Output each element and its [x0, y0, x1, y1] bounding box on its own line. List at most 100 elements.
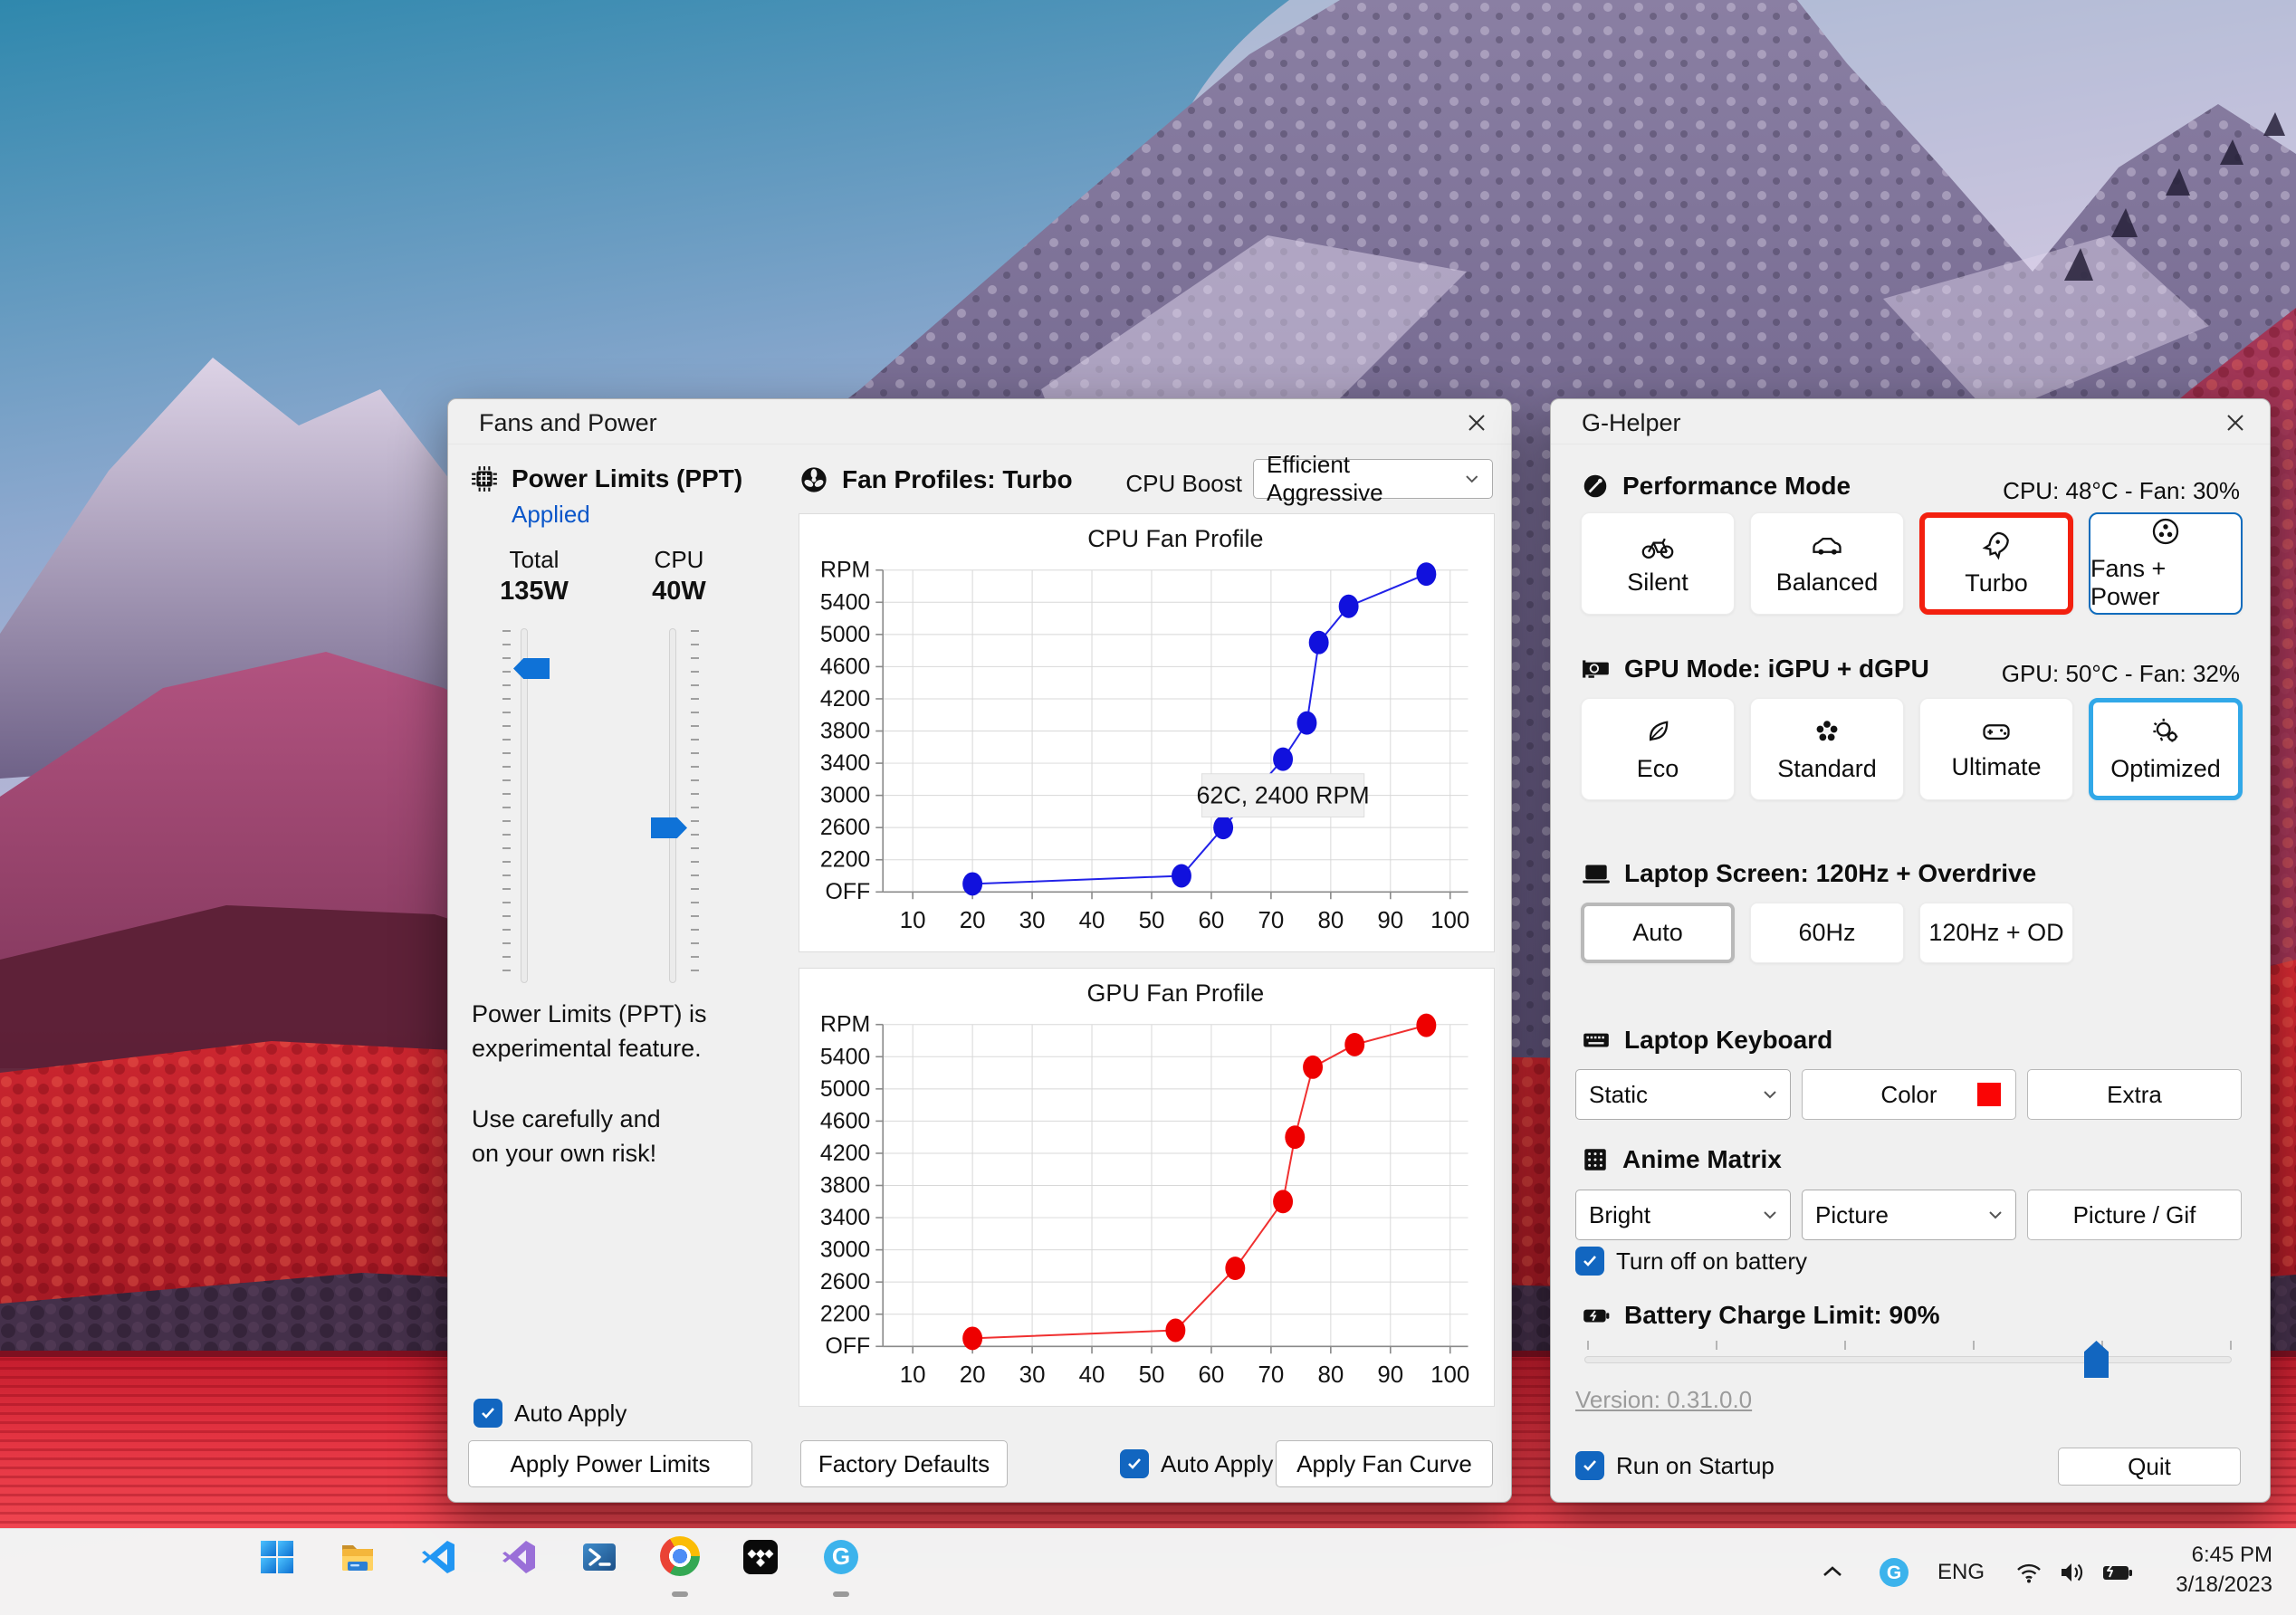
performance-icon: [1583, 474, 1607, 498]
tidal-icon[interactable]: [735, 1536, 786, 1601]
svg-text:2200: 2200: [820, 847, 870, 873]
gpu-fan-curve-chart[interactable]: OFF 2200 2600 3000 3400 3800 4200 4600 5000 5400 R…: [799, 969, 1494, 1406]
cpu-slider-track[interactable]: [669, 628, 676, 983]
keyboard-color-button[interactable]: Color: [1802, 1069, 2016, 1120]
total-slider-thumb[interactable]: [513, 658, 550, 679]
auto-apply-power-checkbox[interactable]: Auto Apply: [474, 1399, 627, 1428]
svg-text:CPU Fan Profile: CPU Fan Profile: [1087, 525, 1263, 552]
screen-auto-button[interactable]: Auto: [1581, 903, 1735, 963]
rocket-icon: [1982, 531, 2009, 559]
volume-icon[interactable]: [2053, 1554, 2093, 1591]
svg-text:5400: 5400: [820, 1044, 870, 1069]
checkbox-checked-icon: [1575, 1247, 1604, 1276]
tray-expand-icon[interactable]: [1814, 1554, 1851, 1591]
turn-off-on-battery-checkbox[interactable]: Turn off on battery: [1575, 1247, 1807, 1276]
fans-power-window: Fans and Power Power Limits (PPT) Applie…: [447, 398, 1512, 1503]
run-on-startup-checkbox[interactable]: Run on Startup: [1575, 1451, 1775, 1480]
gpu-optimized-button[interactable]: Optimized: [2089, 698, 2243, 800]
svg-text:4200: 4200: [820, 686, 870, 712]
apply-fan-curve-button[interactable]: Apply Fan Curve: [1276, 1440, 1493, 1487]
svg-text:3800: 3800: [820, 718, 870, 743]
svg-text:RPM: RPM: [820, 558, 870, 583]
factory-defaults-button[interactable]: Factory Defaults: [800, 1440, 1008, 1487]
svg-text:10: 10: [900, 908, 926, 933]
svg-text:100: 100: [1430, 908, 1469, 933]
fans-power-titlebar[interactable]: Fans and Power: [448, 399, 1511, 444]
chrome-icon[interactable]: [655, 1536, 705, 1601]
g-helper-tray-icon[interactable]: G: [1874, 1553, 1914, 1592]
close-icon[interactable]: [2223, 410, 2248, 435]
quit-button[interactable]: Quit: [2058, 1448, 2241, 1486]
gpu-standard-button[interactable]: Standard: [1750, 698, 1904, 800]
svg-text:3000: 3000: [820, 1238, 870, 1263]
svg-text:70: 70: [1258, 908, 1284, 933]
svg-text:90: 90: [1377, 908, 1403, 933]
keyboard-icon: [1583, 1033, 1609, 1047]
screen-120hz-od-button[interactable]: 120Hz + OD: [1919, 903, 2073, 963]
svg-text:70: 70: [1258, 1362, 1284, 1388]
battery-slider-ticks: [1587, 1341, 2232, 1350]
mode-balanced-button[interactable]: Balanced: [1750, 512, 1904, 615]
start-button[interactable]: [252, 1536, 302, 1601]
mode-fans-power-button[interactable]: Fans + Power: [2089, 512, 2243, 615]
checkbox-checked-icon: [1575, 1451, 1604, 1480]
file-explorer-icon[interactable]: [332, 1536, 383, 1601]
svg-text:5000: 5000: [820, 622, 870, 647]
svg-text:60: 60: [1199, 1362, 1225, 1388]
screen-60hz-button[interactable]: 60Hz: [1750, 903, 1904, 963]
total-slider-track[interactable]: [521, 628, 528, 983]
cpu-label: CPU: [654, 546, 704, 573]
svg-text:3400: 3400: [820, 1205, 870, 1230]
g-helper-taskbar-icon[interactable]: G: [816, 1536, 866, 1601]
mode-silent-button[interactable]: Silent: [1581, 512, 1735, 615]
anime-mode-dropdown[interactable]: Picture: [1802, 1190, 2016, 1240]
cpu-slider-ticks: [691, 630, 699, 983]
laptop-screen-header: Laptop Screen: 120Hz + Overdrive: [1581, 859, 2036, 888]
svg-text:40: 40: [1079, 908, 1105, 933]
chevron-down-icon: [1764, 1091, 1776, 1099]
laptop-keyboard-header: Laptop Keyboard: [1581, 1026, 1832, 1055]
total-label: Total: [509, 546, 560, 573]
language-indicator[interactable]: ENG: [1934, 1554, 1988, 1591]
apply-power-limits-button[interactable]: Apply Power Limits: [468, 1440, 752, 1487]
leaf-icon: [1649, 720, 1669, 741]
cpu-boost-dropdown[interactable]: Efficient Aggressive: [1253, 451, 1493, 506]
applied-status: Applied: [512, 501, 590, 528]
gpu-mode-header: GPU Mode: iGPU + dGPU: [1581, 655, 1929, 683]
battery-slider-track[interactable]: [1584, 1356, 2232, 1363]
fan-icon: [2152, 518, 2179, 545]
cpu-fan-curve-chart[interactable]: OFF 2200 2600 3000 3400 3800 4200 4600 5000 5400 R…: [799, 514, 1494, 951]
svg-text:RPM: RPM: [820, 1012, 870, 1037]
checkbox-checked-icon: [1120, 1449, 1149, 1478]
svg-text:60: 60: [1199, 908, 1225, 933]
keyboard-mode-dropdown[interactable]: Static: [1575, 1069, 1791, 1120]
vscode-icon[interactable]: [413, 1536, 464, 1601]
ghelper-titlebar[interactable]: G-Helper: [1551, 399, 2270, 444]
wifi-icon[interactable]: [2010, 1554, 2048, 1591]
lightbulb-gear-icon: [2153, 718, 2178, 742]
gpu-eco-button[interactable]: Eco: [1581, 698, 1735, 800]
mode-turbo-button[interactable]: Turbo: [1919, 512, 2073, 615]
svg-text:80: 80: [1317, 908, 1344, 933]
close-icon[interactable]: [1464, 410, 1489, 435]
cpu-chip-icon: [472, 466, 497, 492]
window-title: G-Helper: [1582, 409, 1681, 436]
svg-text:2600: 2600: [820, 1269, 870, 1295]
version-link[interactable]: Version: 0.31.0.0: [1575, 1386, 1752, 1414]
svg-text:3000: 3000: [820, 783, 870, 808]
ppt-warning-1: Power Limits (PPT) is experimental featu…: [472, 1000, 707, 1062]
svg-text:5400: 5400: [820, 589, 870, 615]
gpu-ultimate-button[interactable]: Ultimate: [1919, 698, 2073, 800]
anime-picture-gif-button[interactable]: Picture / Gif: [2027, 1190, 2242, 1240]
visual-studio-icon[interactable]: [493, 1536, 544, 1601]
keyboard-extra-button[interactable]: Extra: [2027, 1069, 2242, 1120]
checkbox-checked-icon: [474, 1399, 502, 1428]
anime-matrix-header: Anime Matrix: [1581, 1145, 1782, 1174]
gamepad-icon: [1983, 723, 2010, 740]
cpu-slider-thumb[interactable]: [651, 817, 687, 838]
battery-icon[interactable]: [2097, 1554, 2138, 1591]
powershell-icon[interactable]: [574, 1536, 625, 1601]
anime-brightness-dropdown[interactable]: Bright: [1575, 1190, 1791, 1240]
auto-apply-fan-checkbox[interactable]: Auto Apply: [1120, 1449, 1273, 1478]
taskbar-clock[interactable]: 6:45 PM 3/18/2023: [2176, 1540, 2272, 1600]
